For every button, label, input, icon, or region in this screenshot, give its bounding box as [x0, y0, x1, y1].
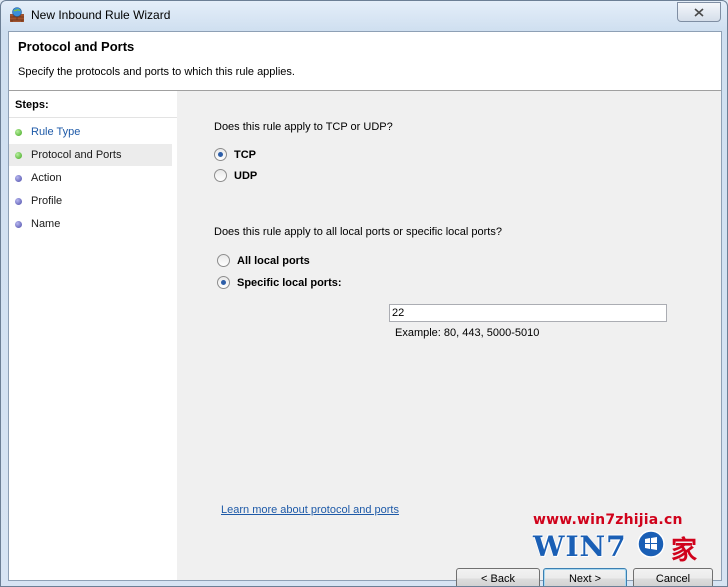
radio-selected-icon: [214, 148, 227, 161]
radio-all-local-ports[interactable]: All local ports: [217, 254, 310, 267]
step-label: Name: [31, 218, 61, 230]
close-icon: [694, 7, 704, 17]
content-panel: Does this rule apply to TCP or UDP? TCP …: [177, 91, 721, 586]
watermark-logo: WIN7: [533, 530, 627, 563]
wizard-header: Protocol and Ports Specify the protocols…: [9, 32, 721, 91]
step-protocol-and-ports[interactable]: Protocol and Ports: [9, 144, 172, 166]
local-ports-input[interactable]: [389, 304, 667, 322]
step-rule-type[interactable]: Rule Type: [9, 121, 172, 143]
radio-udp[interactable]: UDP: [214, 169, 257, 182]
watermark-character: 家: [671, 536, 698, 566]
radio-label: Specific local ports:: [237, 276, 342, 289]
step-pending-icon: [15, 197, 22, 205]
steps-divider: [9, 117, 177, 118]
close-button[interactable]: [677, 2, 721, 22]
step-pending-icon: [15, 174, 22, 182]
protocol-question: Does this rule apply to TCP or UDP?: [214, 121, 393, 133]
radio-unselected-icon: [214, 169, 227, 182]
ports-example-hint: Example: 80, 443, 5000-5010: [395, 327, 540, 339]
step-profile[interactable]: Profile: [9, 190, 172, 212]
radio-label: TCP: [234, 148, 256, 161]
windows-logo-icon: [637, 530, 665, 558]
radio-selected-icon: [217, 276, 230, 289]
learn-more-link[interactable]: Learn more about protocol and ports: [221, 504, 399, 516]
wizard-client-area: Protocol and Ports Specify the protocols…: [8, 31, 722, 586]
step-label: Profile: [31, 195, 63, 207]
title-bar[interactable]: New Inbound Rule Wizard: [1, 1, 727, 31]
steps-heading: Steps:: [15, 99, 49, 111]
step-name[interactable]: Name: [9, 213, 172, 235]
radio-label: UDP: [234, 169, 258, 182]
radio-unselected-icon: [217, 254, 230, 267]
firewall-icon: [10, 7, 24, 22]
steps-panel: Steps: Rule Type Protocol and Ports Acti…: [9, 91, 177, 580]
page-title: Protocol and Ports: [18, 39, 135, 54]
radio-tcp[interactable]: TCP: [214, 148, 256, 161]
step-label: Protocol and Ports: [31, 149, 122, 161]
step-label: Action: [31, 172, 62, 184]
site-watermark: www.win7zhijia.cn WIN7 家: [533, 512, 711, 572]
step-pending-icon: [15, 220, 22, 228]
wizard-window: New Inbound Rule Wizard Protocol and Por…: [0, 0, 728, 587]
step-action[interactable]: Action: [9, 167, 172, 189]
ports-question: Does this rule apply to all local ports …: [214, 226, 502, 238]
step-complete-icon: [15, 128, 22, 136]
watermark-url: www.win7zhijia.cn: [533, 512, 683, 528]
radio-specific-local-ports[interactable]: Specific local ports:: [217, 276, 342, 289]
step-current-icon: [15, 151, 22, 159]
back-button[interactable]: < Back: [456, 568, 540, 586]
window-title: New Inbound Rule Wizard: [31, 8, 171, 22]
page-subtitle: Specify the protocols and ports to which…: [18, 66, 295, 78]
radio-label: All local ports: [237, 254, 310, 267]
step-label: Rule Type: [31, 126, 81, 138]
